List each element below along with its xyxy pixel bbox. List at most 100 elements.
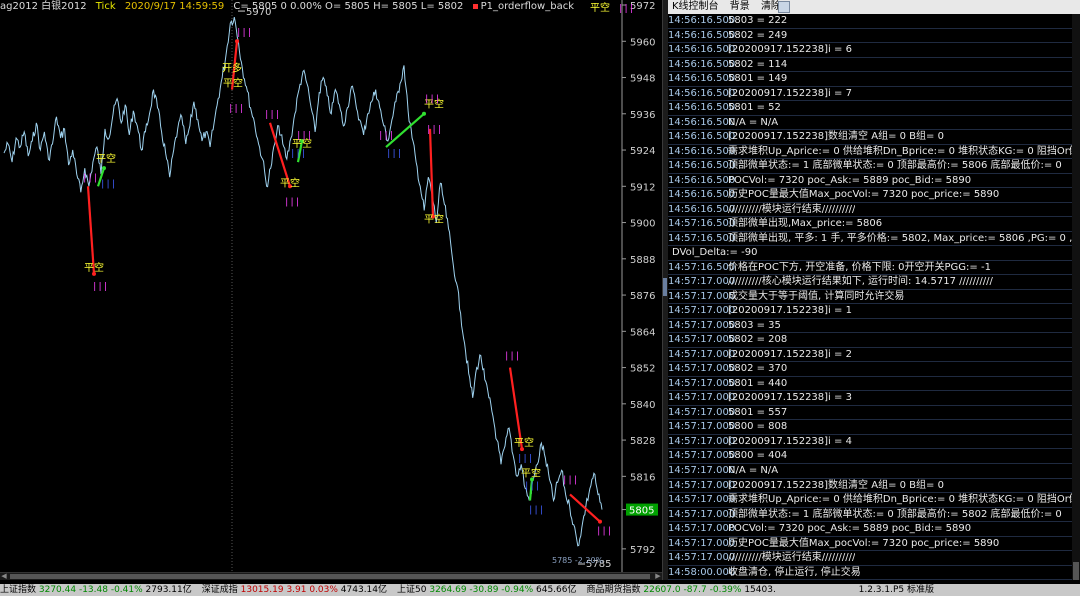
period-label[interactable]: Tick	[96, 1, 116, 12]
settings-icon[interactable]	[778, 1, 790, 13]
chart-horizontal-scrollbar[interactable]: ◀ ▶	[0, 572, 662, 580]
signal-segment	[569, 493, 601, 523]
y-tick-label: 5960	[630, 37, 655, 48]
log-message: 历史POC量最大值Max_pocVol:= 7320 poc_price:= 5…	[728, 189, 1000, 201]
signal-label: 平空	[280, 176, 300, 189]
signal-marker: |||	[524, 481, 540, 491]
background-button[interactable]: 背景	[726, 0, 754, 14]
indicator-color-icon	[472, 3, 478, 9]
log-message: 5802 = 249	[728, 29, 788, 41]
scroll-right-icon[interactable]: ▶	[654, 573, 662, 580]
log-row: 14:56:16.500 5802 = 249	[668, 29, 1072, 44]
log-time: 14:56:16.500	[668, 58, 736, 70]
log-time: 14:57:17.000	[668, 435, 736, 447]
y-tick-label: 5948	[630, 74, 655, 85]
signal-marker: |||	[264, 110, 280, 120]
symbol-label: ag2012 白银2012	[0, 1, 87, 12]
signal-marker: |||	[517, 454, 533, 464]
index-quote[interactable]: 上证指数 3270.44 -13.48 -0.41% 2793.11亿	[0, 584, 192, 596]
log-message: [20200917.152238]i = 3	[728, 392, 852, 404]
log-message: 历史POC量最大值Max_pocVol:= 7320 poc_price:= 5…	[728, 537, 1000, 549]
log-time: 14:57:17.000	[668, 464, 736, 476]
log-time: 14:58:00.000	[668, 566, 736, 578]
log-time: 14:57:17.000	[668, 334, 736, 346]
index-price: 3270.44	[38, 585, 79, 595]
index-change: -13.48	[78, 585, 111, 595]
console-scrollbar[interactable]	[1072, 14, 1080, 580]
index-quote[interactable]: 商品期货指数 22607.0 -87.7 -0.39% 15403.	[587, 584, 776, 596]
signal-dot	[102, 166, 106, 171]
signal-marker: |||	[386, 149, 402, 159]
log-row: 14:57:17.000 5803 = 35	[668, 319, 1072, 334]
indicator-label: P1_orderflow_back	[472, 1, 574, 12]
index-quote[interactable]: 上证50 3264.69 -30.89 -0.94% 645.66亿	[397, 584, 576, 596]
console-toolbar: K线控制台 背景 清除	[668, 0, 1080, 14]
log-message: 需求堆积Up_Aprice:= 0 供给堆积Dn_Bprice:= 0 堆积状态…	[728, 494, 1072, 506]
signal-label: 平空	[521, 466, 541, 479]
scroll-thumb[interactable]	[10, 574, 650, 579]
log-message: [20200917.152238]i = 6	[728, 44, 852, 56]
log-row: 14:57:16.500 顶部微单出现, 平多: 1 手, 平多价格:= 5802…	[668, 232, 1072, 247]
index-turnover: 2793.11亿	[145, 585, 192, 595]
log-time: 14:57:17.000	[668, 523, 736, 535]
price-chart[interactable]: 5972596059485936592459125900588858765864…	[0, 0, 662, 572]
log-time: 14:56:16.500	[668, 29, 736, 41]
signal-dot	[598, 519, 602, 524]
log-time: 14:57:17.000	[668, 363, 736, 375]
last-price-label: 5805	[629, 506, 654, 517]
index-name: 上证指数	[0, 585, 39, 595]
log-row: 14:56:16.500 顶部微单状态:= 1 底部微单状态:= 0 顶部最高价:…	[668, 159, 1072, 174]
indicator-name: P1_orderflow_back	[480, 1, 574, 12]
log-row: 14:56:16.500 [20200917.152238]i = 6	[668, 43, 1072, 58]
index-quote[interactable]: 深证成指 13015.19 3.91 0.03% 4743.14亿	[202, 584, 387, 596]
index-price: 3264.69	[429, 585, 470, 595]
signal-segment	[428, 128, 435, 217]
y-tick-label: 5876	[630, 291, 655, 302]
log-message: 收盘清仓, 停止运行, 停止交易	[728, 566, 861, 578]
log-message: //////////模块运行结束//////////	[728, 203, 856, 215]
tab-kline-console[interactable]: K线控制台	[668, 0, 723, 14]
log-message: 5803 = 222	[728, 15, 788, 26]
signal-marker: |||	[82, 173, 98, 183]
log-row: 14:58:00.000 收盘清仓, 停止运行, 停止交易	[668, 566, 1072, 580]
log-time: 14:56:16.500	[668, 102, 736, 114]
log-row: 14:57:17.000 5802 = 370	[668, 362, 1072, 377]
console-scroll-thumb[interactable]	[1073, 562, 1079, 580]
log-time: 14:57:17.000	[668, 406, 736, 418]
signal-marker: |||	[596, 527, 612, 537]
y-tick-label: 5924	[630, 146, 655, 157]
signal-segment	[508, 367, 524, 450]
log-time: 14:57:17.000	[668, 537, 736, 549]
log-row: 14:57:17.000 [20200917.152238]i = 2	[668, 348, 1072, 363]
log-row: 14:56:16.500 5801 = 52	[668, 101, 1072, 116]
log-message: POCVol:= 7320 poc_Ask:= 5889 poc_Bid:= 5…	[728, 174, 972, 186]
chart-header: ag2012 白银2012 Tick 2020/9/17 14:59:59 C=…	[0, 0, 580, 14]
y-tick-label: 5900	[630, 219, 655, 230]
log-message: N/A = N/A	[728, 464, 779, 476]
splitter-handle-icon[interactable]	[663, 278, 667, 296]
log-message: 顶部微单状态:= 1 底部微单状态:= 0 顶部最高价:= 5806 底部最低价…	[728, 160, 1062, 172]
log-message: 顶部微单状态:= 1 底部微单状态:= 0 顶部最高价:= 5802 底部最低价…	[728, 508, 1062, 520]
console-log[interactable]: 14:56:16.500 5803 = 222 14:56:16.500 5802 =…	[668, 14, 1072, 580]
log-message: 顶部微单出现, 平多: 1 手, 平多价格:= 5802, Max_price:…	[728, 232, 1072, 244]
log-row: 14:57:17.000 N/A = N/A	[668, 464, 1072, 479]
signal-marker: |||	[92, 282, 108, 292]
log-time: 14:56:16.500	[668, 160, 736, 172]
scroll-left-icon[interactable]: ◀	[0, 573, 8, 580]
log-time: 14:56:16.500	[668, 44, 736, 56]
log-row: 14:56:16.500 需求堆积Up_Aprice:= 0 供给堆积Dn_Bpr…	[668, 145, 1072, 160]
log-time: 14:56:16.500	[668, 189, 736, 201]
log-time: 14:56:16.500	[668, 145, 736, 157]
log-row: 14:57:16.500 价格在POC下方, 开空准备, 价格下限: 0开空开关P…	[668, 261, 1072, 276]
log-row: 14:57:17.000 5800 = 808	[668, 420, 1072, 435]
log-message: 5801 = 557	[728, 406, 788, 418]
log-row: 14:57:17.000 5801 = 440	[668, 377, 1072, 392]
log-row: 14:57:17.000 成交量大于等于阈值, 计算同时允许交易	[668, 290, 1072, 305]
signal-marker: |||	[618, 4, 634, 14]
log-time: 14:57:16.500	[668, 232, 736, 244]
chart-pane[interactable]: 5972 5960 5948 5936 5924 5912 5900 5888 5876 5864…	[0, 0, 662, 572]
log-time: 14:57:17.000	[668, 421, 736, 433]
ohlc-label: C= 5805 0 0.00% O= 5805 H= 5805 L= 5802	[233, 1, 464, 12]
index-change-pct: -0.94%	[501, 585, 536, 595]
log-message: DVol_Delta:= -90	[672, 247, 758, 259]
